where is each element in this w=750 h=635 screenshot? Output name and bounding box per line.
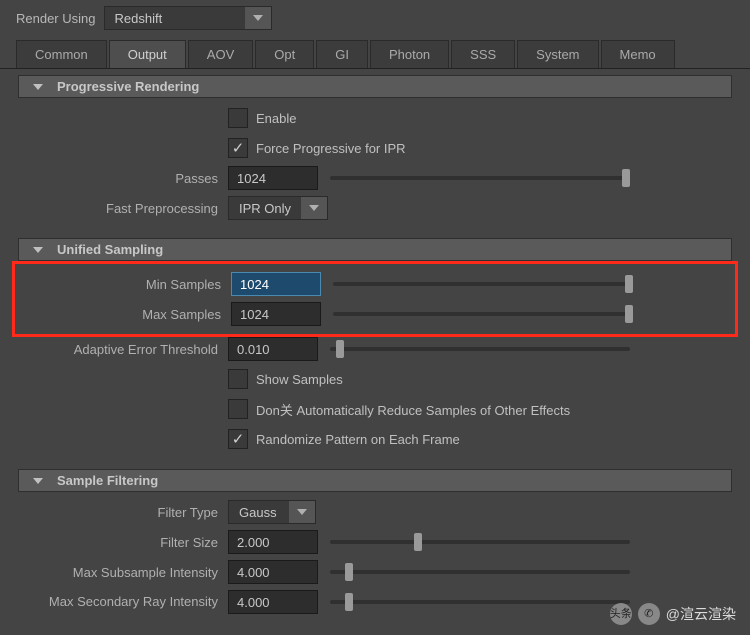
fast-preproc-value: IPR Only bbox=[229, 198, 301, 219]
highlight-box: Min Samples Max Samples bbox=[12, 261, 738, 337]
tab-system[interactable]: System bbox=[517, 40, 598, 68]
dont-reduce-label: Don关 Automatically Reduce Samples of Oth… bbox=[256, 400, 570, 419]
show-samples-checkbox[interactable] bbox=[228, 369, 248, 389]
tab-memo[interactable]: Memo bbox=[601, 40, 675, 68]
watermark-handle: @渲云渲染 bbox=[666, 604, 736, 624]
tab-gi[interactable]: GI bbox=[316, 40, 368, 68]
tab-output[interactable]: Output bbox=[109, 40, 186, 68]
secondary-slider[interactable] bbox=[330, 600, 630, 604]
enable-label: Enable bbox=[256, 111, 296, 126]
force-ipr-checkbox[interactable] bbox=[228, 138, 248, 158]
min-samples-slider[interactable] bbox=[333, 282, 633, 286]
force-ipr-label: Force Progressive for IPR bbox=[256, 141, 406, 156]
section-title: Sample Filtering bbox=[57, 473, 158, 488]
collapse-icon bbox=[33, 478, 43, 484]
threshold-label: Adaptive Error Threshold bbox=[18, 342, 228, 357]
threshold-slider[interactable] bbox=[330, 347, 630, 351]
tab-common[interactable]: Common bbox=[16, 40, 107, 68]
watermark-source: 头条 bbox=[610, 603, 632, 625]
section-title: Progressive Rendering bbox=[57, 79, 199, 94]
chevron-down-icon[interactable] bbox=[245, 7, 271, 29]
watermark: 头条 ✆ @渲云渲染 bbox=[610, 603, 736, 625]
fast-preproc-dropdown[interactable]: IPR Only bbox=[228, 196, 328, 220]
max-samples-label: Max Samples bbox=[21, 307, 231, 322]
chevron-down-icon[interactable] bbox=[289, 501, 315, 523]
subsample-input[interactable] bbox=[228, 560, 318, 584]
filter-size-input[interactable] bbox=[228, 530, 318, 554]
wechat-icon: ✆ bbox=[638, 603, 660, 625]
randomize-checkbox[interactable] bbox=[228, 429, 248, 449]
collapse-icon bbox=[33, 247, 43, 253]
tab-opt[interactable]: Opt bbox=[255, 40, 314, 68]
section-filtering[interactable]: Sample Filtering bbox=[18, 469, 732, 492]
tab-aov[interactable]: AOV bbox=[188, 40, 253, 68]
chevron-down-icon[interactable] bbox=[301, 197, 327, 219]
secondary-label: Max Secondary Ray Intensity bbox=[18, 594, 228, 610]
filter-size-slider[interactable] bbox=[330, 540, 630, 544]
passes-slider[interactable] bbox=[330, 176, 630, 180]
max-samples-input[interactable] bbox=[231, 302, 321, 326]
tab-sss[interactable]: SSS bbox=[451, 40, 515, 68]
section-progressive[interactable]: Progressive Rendering bbox=[18, 75, 732, 98]
passes-input[interactable] bbox=[228, 166, 318, 190]
threshold-input[interactable] bbox=[228, 337, 318, 361]
collapse-icon bbox=[33, 84, 43, 90]
subsample-label: Max Subsample Intensity bbox=[18, 565, 228, 580]
render-using-dropdown[interactable]: Redshift bbox=[104, 6, 272, 30]
subsample-slider[interactable] bbox=[330, 570, 630, 574]
tab-photon[interactable]: Photon bbox=[370, 40, 449, 68]
secondary-input[interactable] bbox=[228, 590, 318, 614]
section-title: Unified Sampling bbox=[57, 242, 163, 257]
enable-checkbox[interactable] bbox=[228, 108, 248, 128]
filter-type-dropdown[interactable]: Gauss bbox=[228, 500, 316, 524]
tabs: Common Output AOV Opt GI Photon SSS Syst… bbox=[0, 40, 750, 69]
fast-preproc-label: Fast Preprocessing bbox=[18, 201, 228, 216]
dont-reduce-checkbox[interactable] bbox=[228, 399, 248, 419]
min-samples-label: Min Samples bbox=[21, 277, 231, 292]
filter-type-value: Gauss bbox=[229, 502, 289, 523]
section-unified[interactable]: Unified Sampling bbox=[18, 238, 732, 261]
show-samples-label: Show Samples bbox=[256, 372, 343, 387]
filter-type-label: Filter Type bbox=[18, 505, 228, 520]
randomize-label: Randomize Pattern on Each Frame bbox=[256, 432, 460, 447]
min-samples-input[interactable] bbox=[231, 272, 321, 296]
passes-label: Passes bbox=[18, 171, 228, 186]
filter-size-label: Filter Size bbox=[18, 535, 228, 550]
max-samples-slider[interactable] bbox=[333, 312, 633, 316]
render-using-label: Render Using bbox=[16, 11, 96, 26]
render-using-value: Redshift bbox=[105, 8, 245, 29]
